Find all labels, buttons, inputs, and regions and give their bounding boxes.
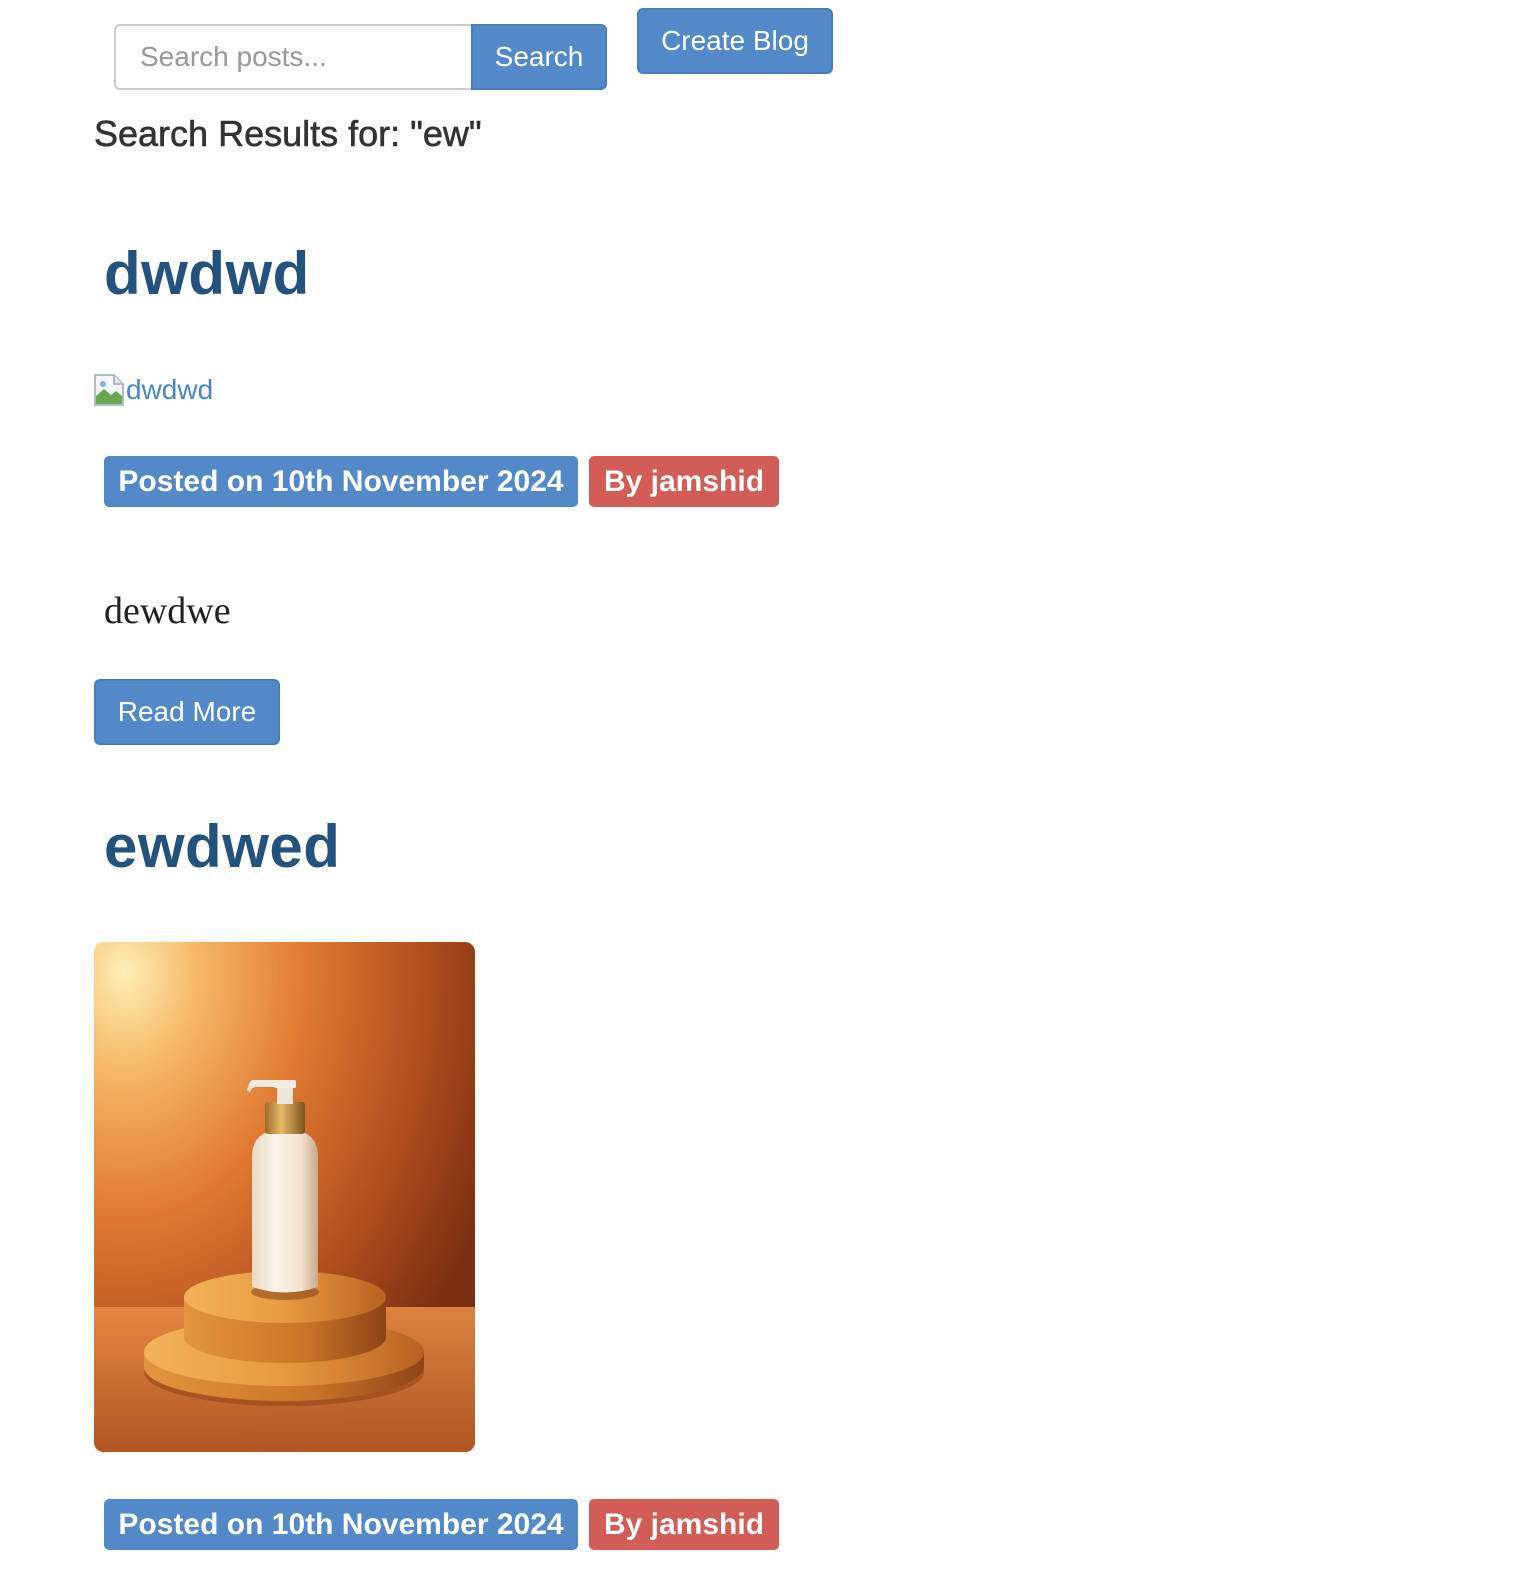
- post-date-badge: Posted on 10th November 2024: [104, 456, 578, 507]
- post-title[interactable]: ewdwed: [104, 811, 340, 883]
- post-excerpt: dewdwe: [104, 590, 231, 632]
- search-results-heading: Search Results for: "ew": [94, 113, 482, 155]
- post-title[interactable]: dwdwd: [104, 238, 310, 310]
- read-more-button[interactable]: Read More: [94, 679, 280, 745]
- post-author-badge: By jamshid: [589, 1499, 779, 1550]
- search-input[interactable]: [114, 24, 472, 90]
- create-blog-button[interactable]: Create Blog: [637, 8, 833, 74]
- search-results-page: Search Create Blog Search Results for: "…: [0, 0, 1540, 1594]
- post-author-badge: By jamshid: [589, 456, 779, 507]
- search-button[interactable]: Search: [471, 24, 607, 90]
- post-image-broken[interactable]: dwdwd: [94, 370, 213, 406]
- broken-image-icon: [94, 374, 124, 406]
- post-date-badge: Posted on 10th November 2024: [104, 1499, 578, 1550]
- post-image[interactable]: [94, 942, 475, 1452]
- image-alt-text: dwdwd: [126, 374, 214, 405]
